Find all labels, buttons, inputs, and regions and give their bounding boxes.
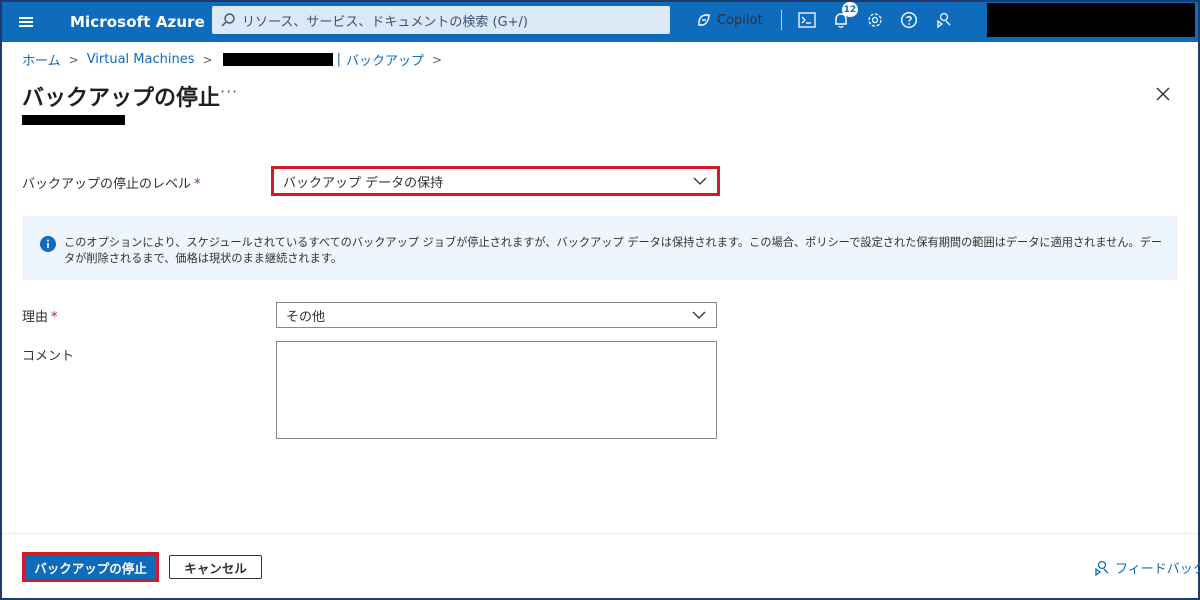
account-redacted[interactable] xyxy=(987,3,1195,37)
stop-level-value: バックアップ データの保持 xyxy=(283,175,444,191)
cancel-button[interactable]: キャンセル xyxy=(169,555,262,579)
notifications-button[interactable]: 12 xyxy=(824,0,859,40)
feedback-label: フィードバック xyxy=(1115,562,1200,577)
breadcrumb: ホーム > Virtual Machines > | バックアップ > xyxy=(22,50,450,69)
brand-title[interactable]: Microsoft Azure xyxy=(70,13,205,31)
feedback-link[interactable]: フィードバック xyxy=(1092,558,1200,577)
help-icon xyxy=(900,11,917,29)
copilot-button[interactable]: Copilot xyxy=(690,12,773,28)
info-message-text: このオプションにより、スケジュールされているすべてのバックアップ ジョブが停止さ… xyxy=(64,236,1163,265)
more-options-icon[interactable]: ··· xyxy=(220,82,238,101)
info-message-bar: このオプションにより、スケジュールされているすべてのバックアップ ジョブが停止さ… xyxy=(22,216,1178,280)
help-button[interactable] xyxy=(892,0,926,40)
close-button[interactable] xyxy=(1152,83,1174,105)
close-icon xyxy=(1156,87,1170,101)
stop-level-dropdown[interactable]: バックアップ データの保持 xyxy=(271,166,720,196)
required-mark: * xyxy=(51,310,58,325)
chevron-down-icon xyxy=(693,177,707,185)
breadcrumb-backup[interactable]: バックアップ xyxy=(346,50,424,69)
page-title: バックアップの停止 xyxy=(22,86,221,111)
cloud-shell-icon xyxy=(797,12,816,28)
chevron-down-icon xyxy=(692,311,706,319)
subtitle-redacted xyxy=(22,115,125,125)
breadcrumb-virtual-machines[interactable]: Virtual Machines xyxy=(87,52,195,67)
breadcrumb-separator-icon: > xyxy=(431,52,443,67)
feedback-icon xyxy=(936,12,951,29)
toolbar-divider xyxy=(780,10,782,30)
cloud-shell-button[interactable] xyxy=(790,0,824,40)
search-input[interactable]: リソース、サービス、ドキュメントの検索 (G+/) xyxy=(212,6,670,34)
breadcrumb-separator-icon: > xyxy=(202,52,213,67)
stop-level-label: バックアップの停止のレベル * xyxy=(22,173,201,192)
info-icon xyxy=(40,236,56,252)
breadcrumb-vm-name-redacted[interactable] xyxy=(222,53,333,66)
comment-label: コメント xyxy=(22,349,75,364)
copilot-icon xyxy=(698,14,710,26)
notification-badge: 12 xyxy=(841,2,859,17)
search-icon xyxy=(221,13,235,27)
feedback-icon xyxy=(1095,560,1109,576)
reason-dropdown[interactable]: その他 xyxy=(276,302,717,328)
settings-icon xyxy=(867,13,882,27)
reason-label: 理由 * xyxy=(22,306,58,325)
search-placeholder: リソース、サービス、ドキュメントの検索 (G+/) xyxy=(242,14,528,30)
breadcrumb-separator-icon: > xyxy=(68,52,79,67)
reason-value: その他 xyxy=(286,309,326,325)
required-mark: * xyxy=(194,177,201,192)
stop-backup-button[interactable]: バックアップの停止 xyxy=(22,552,159,582)
breadcrumb-pipe: | xyxy=(336,52,341,67)
comment-textarea[interactable] xyxy=(276,341,717,439)
top-bar-actions: Copilot 12 xyxy=(690,0,960,40)
breadcrumb-home[interactable]: ホーム xyxy=(22,50,61,69)
settings-button[interactable] xyxy=(858,0,892,40)
menu-icon[interactable] xyxy=(2,2,50,42)
feedback-button[interactable] xyxy=(926,0,960,40)
stop-level-label-text: バックアップの停止のレベル xyxy=(22,177,192,192)
copilot-label: Copilot xyxy=(717,12,763,28)
footer-divider xyxy=(2,533,1198,534)
reason-label-text: 理由 xyxy=(22,310,49,325)
